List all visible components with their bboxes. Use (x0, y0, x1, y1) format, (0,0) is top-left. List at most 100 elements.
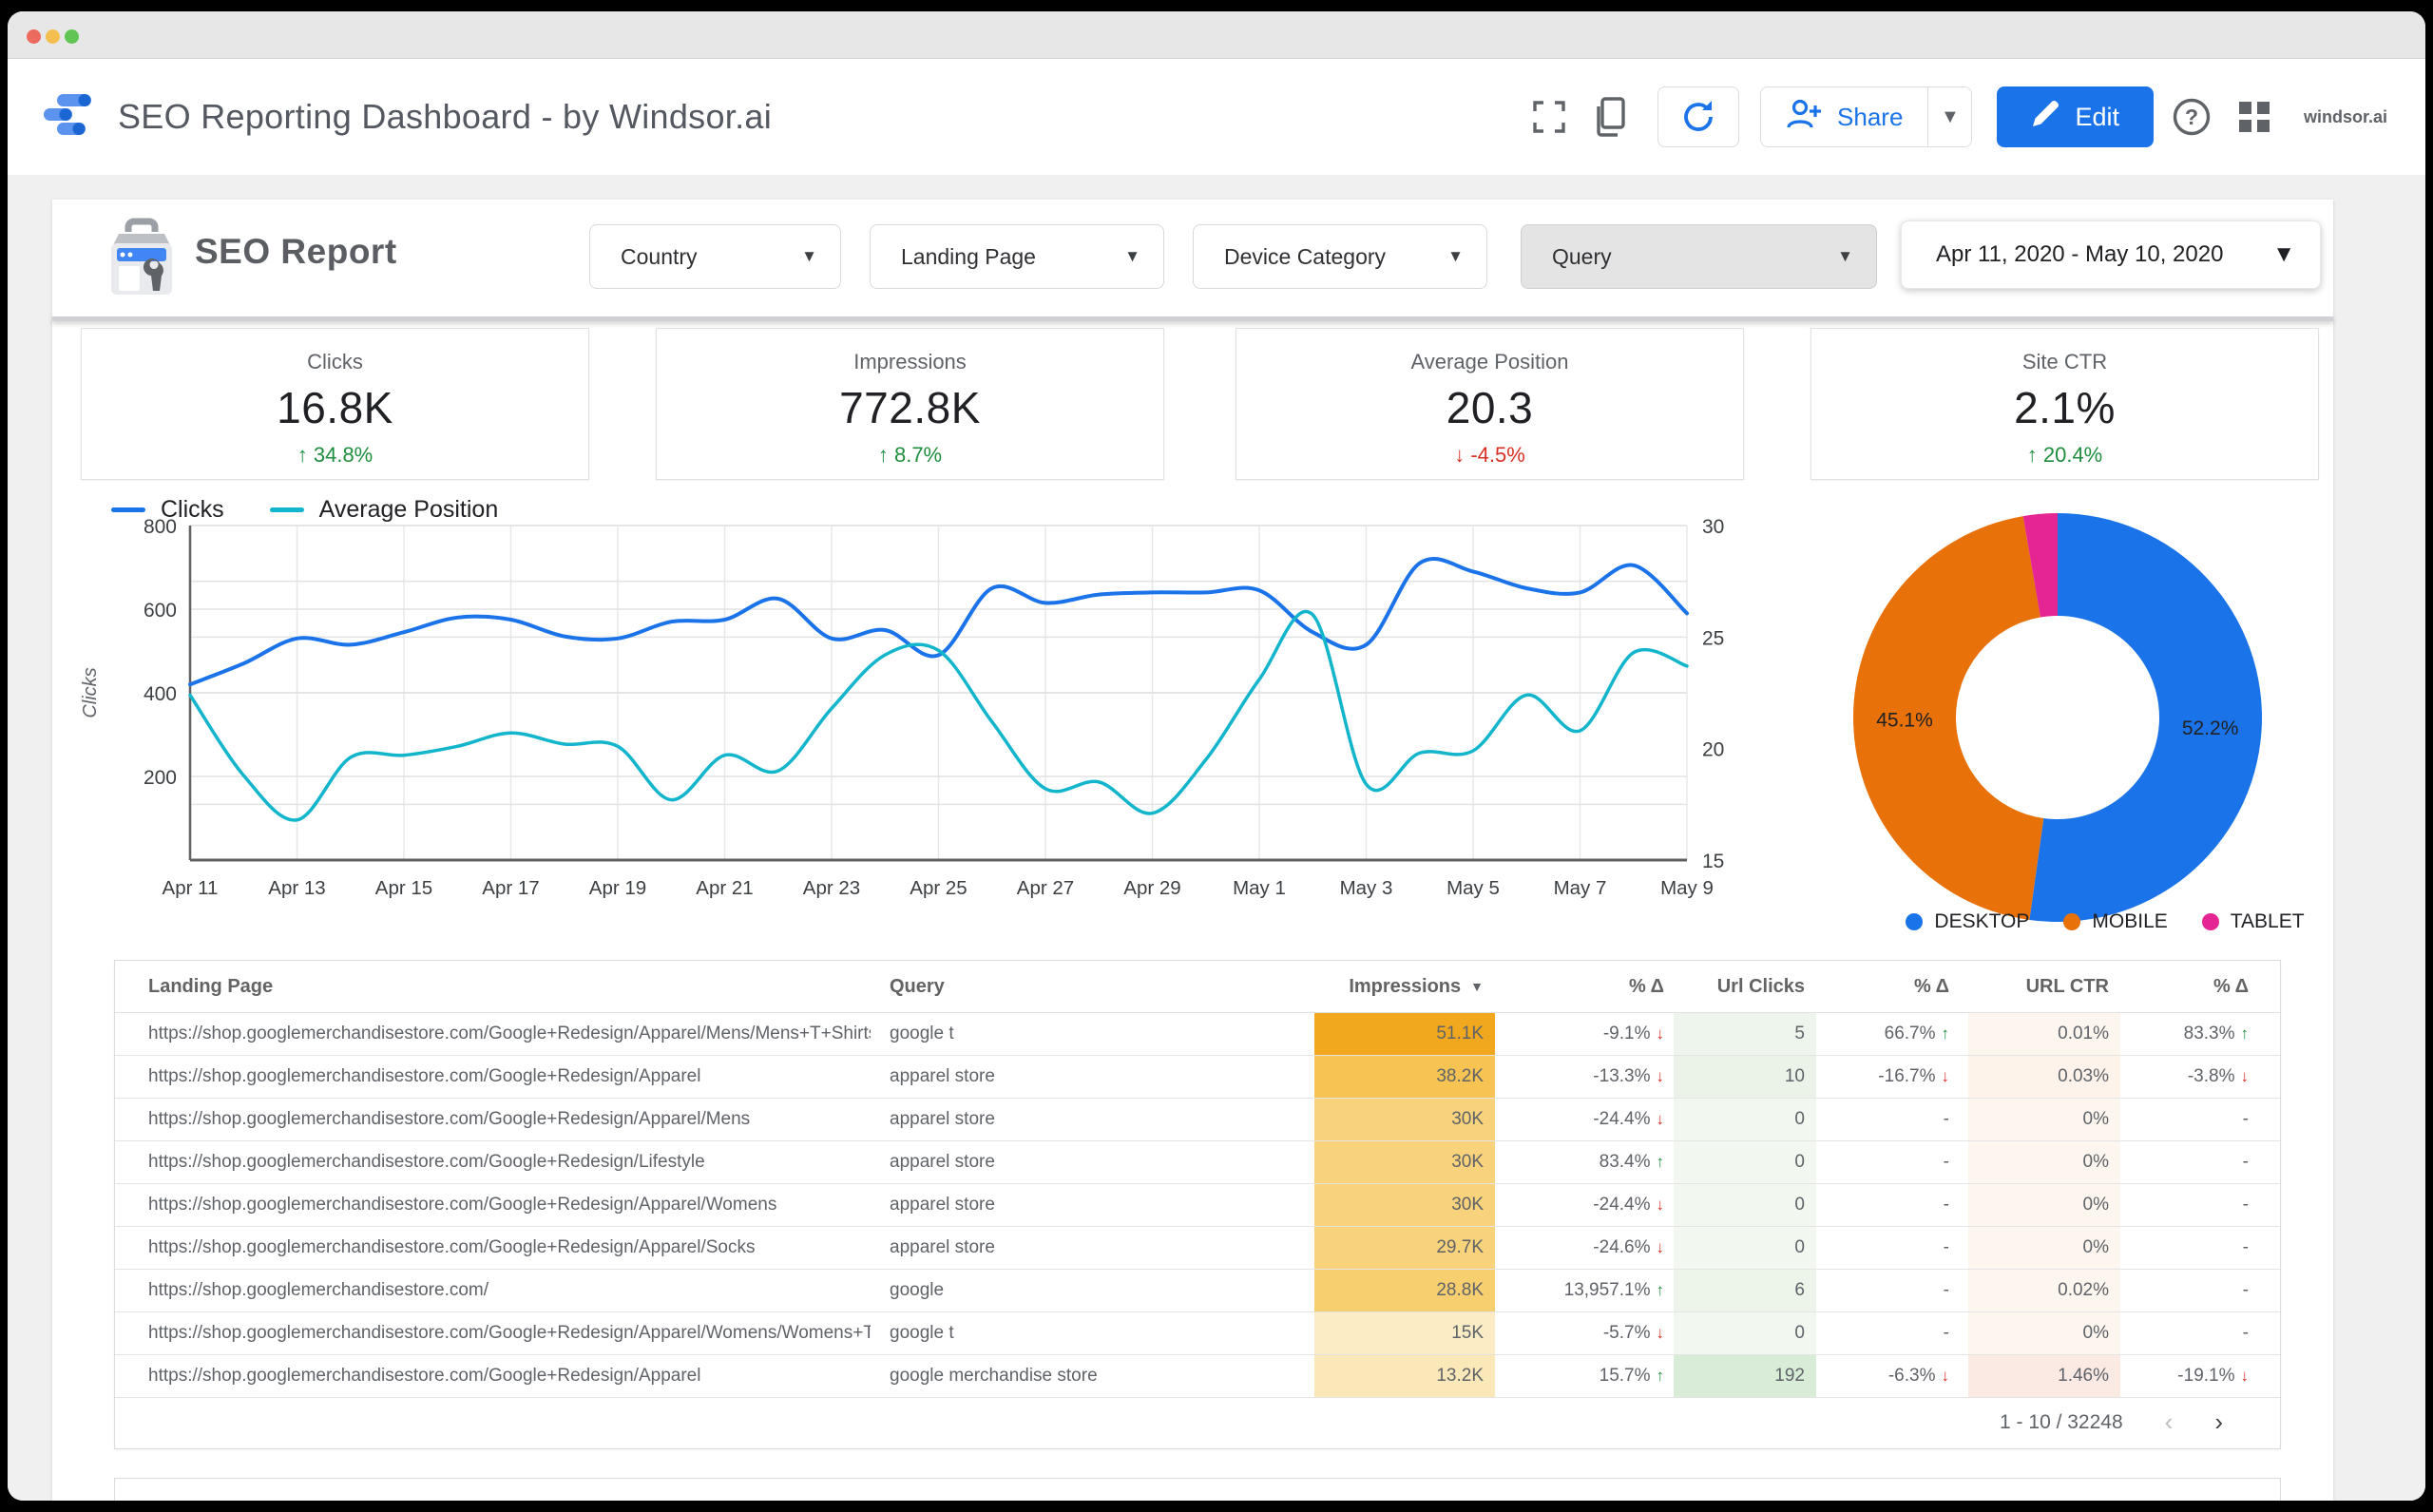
table-cell-p1: -5.7% ↓ (1602, 1323, 1664, 1343)
down-arrow-icon: ↓ (1656, 1196, 1665, 1214)
table-cell-p1: 13,957.1% ↑ (1563, 1280, 1664, 1300)
edit-button[interactable]: Edit (1997, 86, 2154, 147)
table-cell-p3: - (2242, 1323, 2249, 1343)
table-cell-uc: 0 (1794, 1109, 1805, 1129)
next-page-button[interactable]: › (2214, 1407, 2223, 1437)
table-cell-p3: 83.3% ↑ (2183, 1024, 2249, 1043)
donut-legend-item-mobile[interactable]: MOBILE (2063, 910, 2168, 933)
table-header--[interactable]: % Δ (1816, 961, 1949, 1012)
table-cell-ctr: 0.02% (2058, 1280, 2109, 1300)
filter-chip-device-category[interactable]: Device Category ▼ (1193, 224, 1487, 289)
table-cell-p3: - (2242, 1237, 2249, 1257)
scorecard-delta: ↓ -4.5% (1454, 443, 1525, 467)
refresh-button[interactable] (1657, 86, 1740, 147)
table-header--[interactable]: % Δ (1495, 961, 1664, 1012)
chevron-down-icon: ▼ (1124, 247, 1140, 265)
svg-text:25: 25 (1702, 627, 1724, 649)
table-header-impressions[interactable]: Impressions ▼ (1314, 961, 1484, 1012)
donut-legend-item-tablet[interactable]: TABLET (2201, 910, 2305, 933)
table-cell-q: apparel store (890, 1195, 995, 1215)
share-button[interactable]: Share (1761, 87, 1928, 146)
table-cell-lp: https://shop.googlemerchandisestore.com/… (148, 1237, 756, 1257)
close-button[interactable] (27, 29, 41, 44)
table-cell-p1: -24.6% ↓ (1593, 1237, 1665, 1257)
down-arrow-icon: ↓ (1656, 1238, 1665, 1256)
table-cell-uc: 0 (1794, 1195, 1805, 1215)
scorecard-site-ctr: Site CTR 2.1% ↑ 20.4% (1810, 328, 2319, 480)
svg-text:Apr 13: Apr 13 (268, 877, 325, 899)
table-header-url-clicks[interactable]: Url Clicks (1674, 961, 1805, 1012)
legend-label: TABLET (2230, 910, 2305, 932)
table-cell-q: google t (890, 1323, 954, 1343)
date-range-value: Apr 11, 2020 - May 10, 2020 (1936, 241, 2224, 267)
up-arrow-icon: ↑ (1656, 1153, 1665, 1171)
svg-text:Clicks: Clicks (80, 667, 101, 718)
filter-chip-country[interactable]: Country ▼ (589, 224, 841, 289)
filter-chip-label: Landing Page (901, 243, 1036, 269)
down-arrow-icon: ↓ (2240, 1367, 2250, 1385)
table-cell-p2: -6.3% ↓ (1887, 1366, 1949, 1386)
svg-text:Apr 17: Apr 17 (482, 877, 539, 899)
svg-text:May 1: May 1 (1233, 877, 1286, 899)
share-options-caret[interactable]: ▼ (1927, 87, 1972, 146)
edit-button-label: Edit (2075, 102, 2119, 131)
table-cell-p2: 66.7% ↑ (1884, 1024, 1950, 1043)
svg-text:200: 200 (144, 767, 177, 789)
share-button-group: Share ▼ (1760, 86, 1973, 147)
date-range-control[interactable]: Apr 11, 2020 - May 10, 2020 ▼ (1901, 220, 2321, 289)
scorecard-label: Impressions (853, 350, 967, 373)
table-cell-q: apparel store (890, 1237, 995, 1257)
table-row: https://shop.googlemerchandisestore.com/… (115, 1141, 2280, 1184)
svg-text:Apr 19: Apr 19 (589, 877, 646, 899)
filter-chip-landing-page[interactable]: Landing Page ▼ (870, 224, 1164, 289)
scorecard-label: Average Position (1410, 350, 1569, 373)
table-cell-p2: - (1943, 1237, 1949, 1257)
pagination-range: 1 - 10 / 32248 (2000, 1410, 2123, 1433)
chevron-down-icon: ▼ (1837, 247, 1853, 265)
donut-legend-item-desktop[interactable]: DESKTOP (1906, 910, 2029, 933)
svg-text:Apr 11: Apr 11 (163, 877, 219, 899)
up-arrow-icon: ↑ (1941, 1024, 1950, 1043)
scorecard-clicks: Clicks 16.8K ↑ 34.8% (81, 328, 589, 480)
table-cell-p2: - (1943, 1280, 1949, 1300)
table-cell-ctr: 0% (2082, 1323, 2109, 1343)
table-cell-uc: 10 (1784, 1066, 1805, 1086)
datastudio-logo-icon (42, 88, 95, 146)
pages-button[interactable] (1587, 92, 1637, 142)
add-person-icon (1786, 98, 1824, 137)
legend-dot (2201, 913, 2219, 930)
fullscreen-button[interactable] (1524, 92, 1574, 142)
table-cell-p2: -16.7% ↓ (1878, 1066, 1949, 1086)
svg-text:45.1%: 45.1% (1876, 710, 1933, 732)
svg-text:20: 20 (1702, 739, 1724, 761)
apps-grid-icon[interactable] (2230, 92, 2279, 142)
legend-dot (1906, 913, 1924, 930)
table-cell-imp: 38.2K (1436, 1066, 1484, 1086)
scorecard-value: 16.8K (277, 383, 393, 432)
table-cell-lp: https://shop.googlemerchandisestore.com/… (148, 1152, 705, 1172)
filter-chip-query[interactable]: Query ▼ (1521, 224, 1877, 289)
help-button[interactable]: ? (2167, 92, 2216, 142)
svg-text:Apr 21: Apr 21 (696, 877, 753, 899)
scorecard-average-position: Average Position 20.3 ↓ -4.5% (1236, 328, 1744, 480)
previous-page-button[interactable]: ‹ (2165, 1407, 2174, 1437)
table-header-landing-page[interactable]: Landing Page (148, 961, 871, 1012)
table-cell-p1: -9.1% ↓ (1602, 1024, 1664, 1043)
table-header-url-ctr[interactable]: URL CTR (1968, 961, 2109, 1012)
legend-label: MOBILE (2092, 910, 2168, 932)
table-header--[interactable]: % Δ (2120, 961, 2249, 1012)
table-header-query[interactable]: Query (890, 961, 1298, 1012)
svg-text:Apr 25: Apr 25 (910, 877, 967, 899)
table-cell-lp: https://shop.googlemerchandisestore.com/… (148, 1195, 777, 1215)
scorecard-impressions: Impressions 772.8K ↑ 8.7% (656, 328, 1164, 480)
table-cell-imp: 29.7K (1436, 1237, 1484, 1257)
zoom-button[interactable] (65, 29, 79, 44)
svg-text:52.2%: 52.2% (2182, 718, 2239, 739)
table-cell-q: google (890, 1280, 945, 1300)
report-title: SEO Report (195, 232, 397, 271)
minimize-button[interactable] (46, 29, 60, 44)
table-cell-lp: https://shop.googlemerchandisestore.com/… (148, 1066, 701, 1086)
table-cell-q: google merchandise store (890, 1366, 1098, 1386)
table-cell-imp: 28.8K (1436, 1280, 1484, 1300)
table-cell-p3: -3.8% ↓ (2187, 1066, 2249, 1086)
